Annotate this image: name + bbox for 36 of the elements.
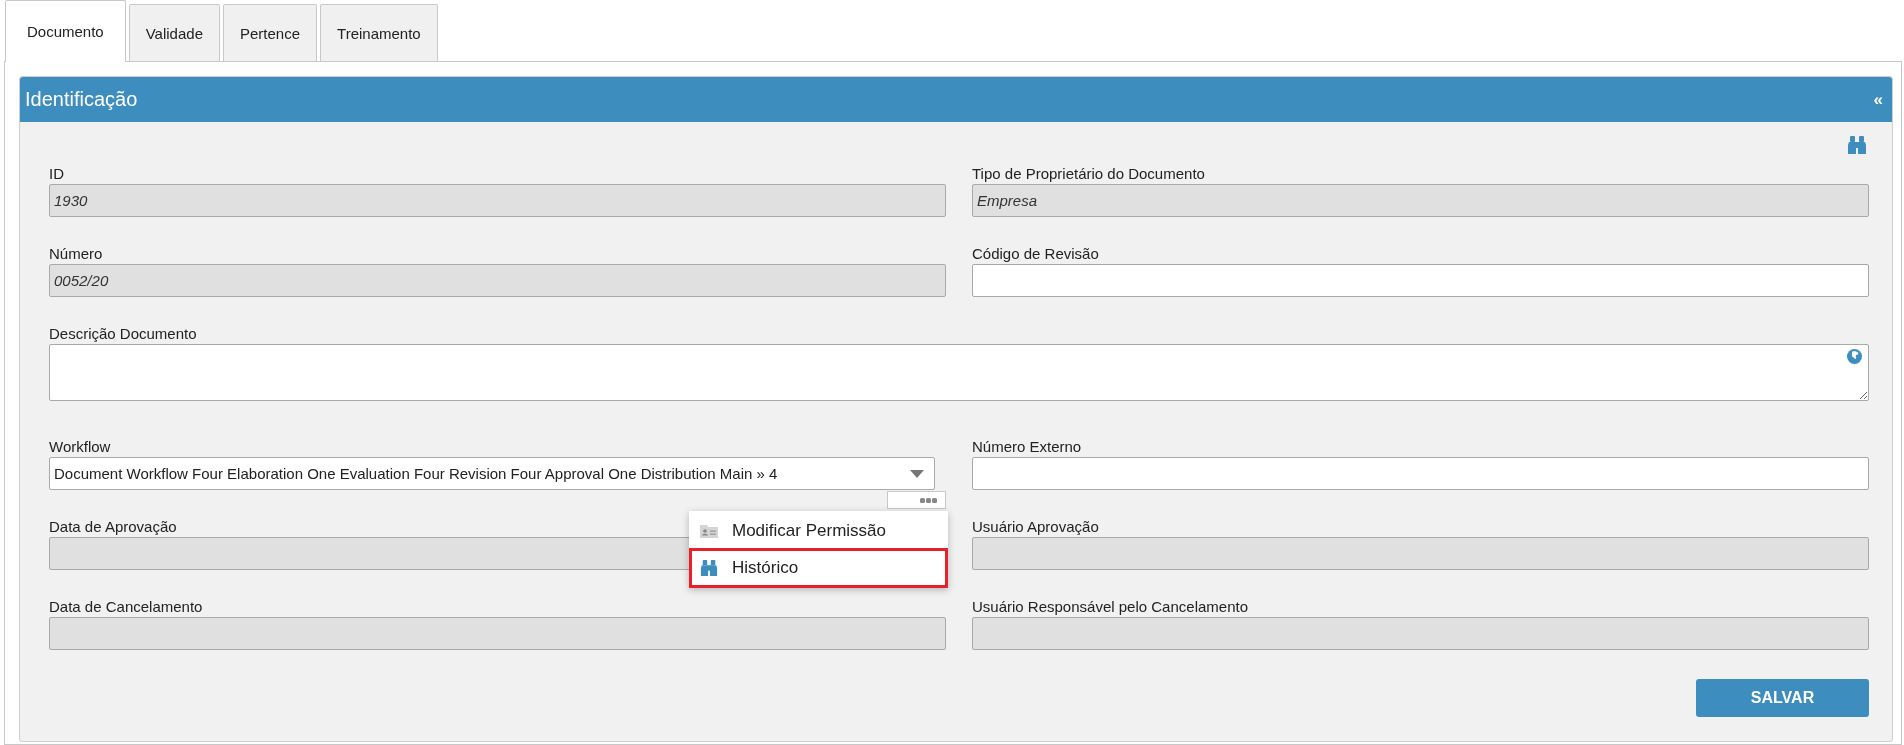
field-label: ID <box>49 164 64 183</box>
field-label: Tipo de Proprietário do Documento <box>972 164 1205 183</box>
text-area[interactable] <box>49 344 1869 401</box>
field-label: Número Externo <box>972 437 1082 456</box>
collapse-toggle[interactable]: « <box>1873 89 1883 110</box>
binoculars-icon <box>700 559 718 577</box>
field-label: Data de Aprovação <box>49 517 177 536</box>
field-label: Código de Revisão <box>972 244 1099 263</box>
tab[interactable]: Documento <box>5 0 126 62</box>
panel-title: Identificação <box>25 88 138 111</box>
field-label: Workflow <box>49 437 111 456</box>
menu-item[interactable]: Modificar Permissão <box>689 513 948 548</box>
field-label: Usuário Responsável pelo Cancelamento <box>972 597 1248 616</box>
dropdown[interactable]: Document Workflow Four Elaboration One Evaluation Four Revision Four Approval One Distribution Main » 4 <box>49 457 935 490</box>
save-button[interactable]: SALVAR <box>1696 679 1869 717</box>
field-label: Usuário Aprovação <box>972 517 1099 536</box>
more-button[interactable] <box>887 491 946 509</box>
field-label: Número <box>49 244 103 263</box>
menu-item[interactable]: Histórico <box>689 548 948 588</box>
tab[interactable]: Validade <box>128 4 220 61</box>
tab[interactable]: Pertence <box>223 4 318 61</box>
input-field[interactable]: 1930 <box>49 184 946 217</box>
input-field[interactable]: Empresa <box>972 184 1869 217</box>
binoculars-icon <box>1847 135 1867 155</box>
tab[interactable]: Treinamento <box>320 4 438 61</box>
globe-icon[interactable] <box>1847 349 1862 364</box>
input-field[interactable] <box>972 617 1869 650</box>
input-field[interactable] <box>49 617 946 650</box>
input-field[interactable] <box>972 457 1869 490</box>
field-label: Descrição Documento <box>49 324 197 343</box>
caret-icon <box>910 469 924 478</box>
more-icon <box>920 497 937 503</box>
input-field[interactable] <box>972 537 1869 570</box>
field-label: Data de Cancelamento <box>49 597 203 616</box>
input-field[interactable] <box>972 264 1869 297</box>
input-field[interactable]: 0052/20 <box>49 264 946 297</box>
